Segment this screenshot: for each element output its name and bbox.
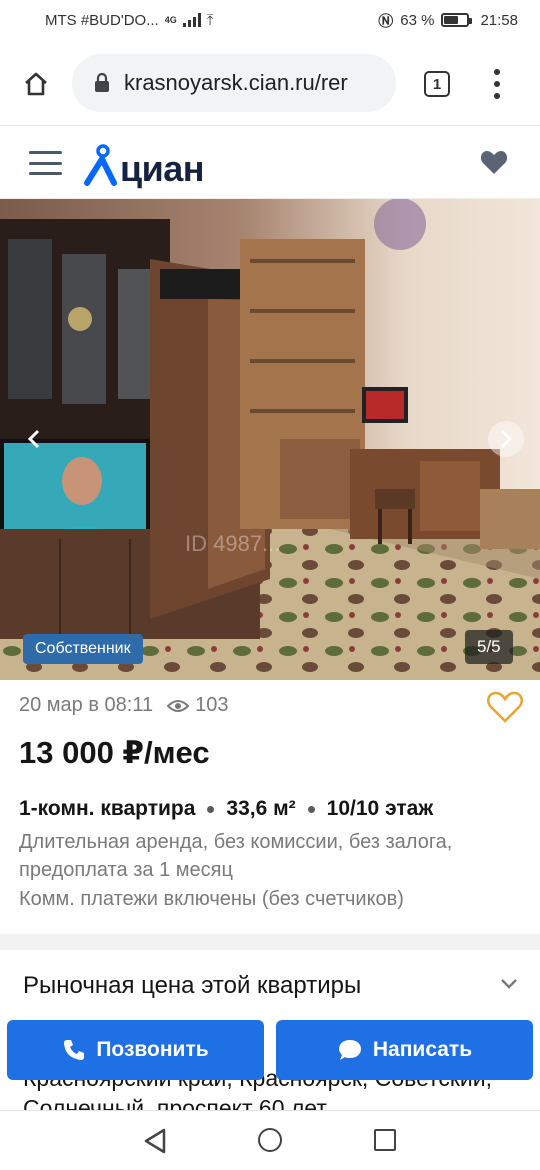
phone-icon xyxy=(64,1040,85,1060)
photo-counter: 5/5 xyxy=(465,630,513,664)
call-label: Позвонить xyxy=(96,1038,209,1061)
site-header: циан xyxy=(0,127,540,199)
more-icon xyxy=(494,69,500,75)
chevron-down-icon xyxy=(501,979,517,989)
next-photo-button[interactable] xyxy=(488,421,524,457)
battery-icon xyxy=(441,13,473,27)
prev-photo-button[interactable] xyxy=(16,421,52,457)
home-circle-icon[interactable] xyxy=(258,1128,282,1152)
separator-dot xyxy=(207,805,215,813)
listing-meta: 20 мар в 08:11 103 xyxy=(19,694,228,717)
utilities-info: Комм. платежи включены (без счетчиков) xyxy=(19,888,404,910)
chevron-right-icon xyxy=(500,429,513,449)
home-button[interactable] xyxy=(14,62,58,106)
eye-icon xyxy=(167,699,190,712)
more-icon-dot xyxy=(494,81,500,87)
logo-text: циан xyxy=(120,148,205,189)
time-label: 21:58 xyxy=(480,11,518,29)
section-divider xyxy=(0,934,540,950)
owner-badge: Собственник xyxy=(23,634,143,664)
price: 13 000 ₽/мес xyxy=(19,735,210,770)
nfc-icon: Ⓝ xyxy=(378,12,394,30)
market-price-section[interactable]: Рыночная цена этой квартиры xyxy=(0,950,540,1030)
upload-icon: ⤒ xyxy=(206,11,214,29)
signal-icon xyxy=(182,13,201,27)
battery-fill xyxy=(444,16,459,24)
specs: 1-комн. квартира 33,6 м² 10/10 этаж xyxy=(19,797,433,821)
status-right: Ⓝ 63 % 21:58 xyxy=(378,10,518,31)
area: 33,6 м² xyxy=(226,797,296,820)
address-bar[interactable]: krasnoyarsk.cian.ru/rer xyxy=(72,54,396,112)
rooms: 1-комн. квартира xyxy=(19,797,196,820)
publish-date: 20 мар в 08:11 xyxy=(19,694,154,716)
heart-icon[interactable] xyxy=(480,149,508,175)
lock-icon xyxy=(95,73,109,92)
menu-line xyxy=(29,172,62,175)
call-button[interactable]: Позвонить xyxy=(7,1020,264,1080)
menu-icon[interactable] xyxy=(29,151,62,175)
more-button[interactable] xyxy=(485,64,509,104)
url-text: krasnoyarsk.cian.ru/rer xyxy=(124,70,348,95)
menu-line xyxy=(29,161,62,165)
tabs-icon: 1 xyxy=(432,75,442,93)
cian-logo[interactable]: циан xyxy=(84,135,205,191)
home-icon xyxy=(25,72,47,96)
recents-icon[interactable] xyxy=(374,1129,396,1151)
status-bar: MTS #BUD'DO... 4G ⤒ Ⓝ 63 % 21:58 xyxy=(0,0,540,40)
favorite-heart-icon[interactable] xyxy=(486,690,524,724)
svg-text:ID 4987...: ID 4987... xyxy=(185,531,280,556)
views: 103 xyxy=(167,694,228,717)
logo-mark-icon xyxy=(84,144,117,186)
carrier-label: MTS #BUD'DO... xyxy=(45,11,159,29)
write-label: Написать xyxy=(372,1038,473,1061)
back-icon[interactable] xyxy=(143,1128,167,1154)
chevron-left-icon xyxy=(27,429,40,449)
rental-terms: Длительная аренда, без комиссии, без зал… xyxy=(19,831,453,881)
system-nav-bar xyxy=(0,1110,540,1170)
menu-line xyxy=(29,151,62,154)
market-price-title: Рыночная цена этой квартиры xyxy=(23,972,362,999)
tabs-button[interactable]: 1 xyxy=(424,71,450,97)
room-photo: ID 4987... xyxy=(0,199,540,680)
write-button[interactable]: Написать xyxy=(276,1020,533,1080)
separator-dot xyxy=(307,805,315,813)
chat-icon xyxy=(338,1040,361,1060)
browser-toolbar: krasnoyarsk.cian.ru/rer 1 xyxy=(0,40,540,126)
floor: 10/10 этаж xyxy=(326,797,434,820)
battery-label: 63 % xyxy=(400,11,435,29)
more-icon-dot xyxy=(494,93,500,99)
photo-gallery[interactable]: ID 4987... Собственник 5/5 xyxy=(0,199,540,680)
status-left: MTS #BUD'DO... 4G ⤒ xyxy=(45,12,213,29)
page: MTS #BUD'DO... 4G ⤒ Ⓝ 63 % 21:58 krasnoy… xyxy=(0,0,540,1170)
views-count: 103 xyxy=(195,694,229,716)
network-label: 4G xyxy=(164,15,177,25)
